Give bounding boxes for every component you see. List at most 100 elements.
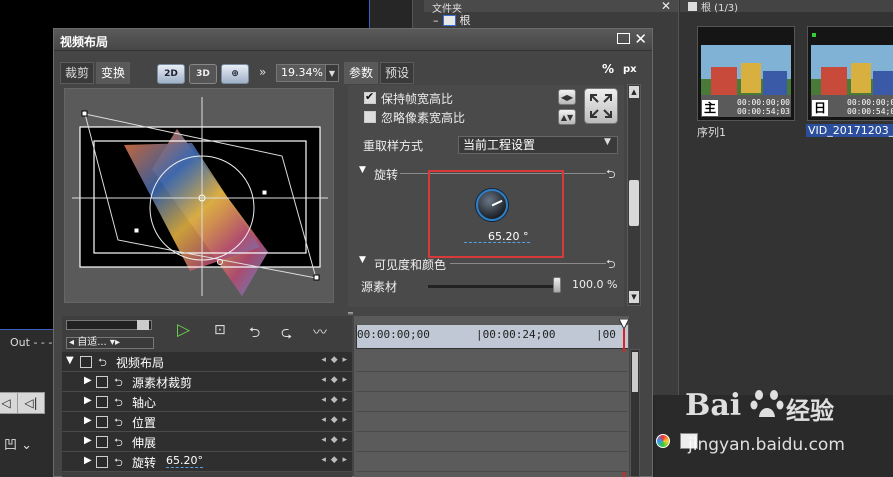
mode-2d-button[interactable]: 2D bbox=[157, 64, 185, 84]
prev-keyframe-icon[interactable]: ⮌ bbox=[249, 322, 260, 346]
grid-toggle-button[interactable]: ⊕ bbox=[221, 64, 249, 84]
track-row-stretch[interactable]: ▶ ⮌ 伸展 ◂ ◆ ▸ bbox=[62, 432, 352, 452]
track-lane[interactable] bbox=[356, 392, 628, 412]
clip-duration: 00:00:54;03 bbox=[737, 107, 790, 116]
track-checkbox[interactable] bbox=[96, 456, 108, 468]
expand-icon[interactable]: ▶ bbox=[84, 375, 92, 386]
keyframe-nav[interactable]: ◂ ◆ ▸ bbox=[321, 355, 348, 365]
insert-icon[interactable]: 凹 ⌄ bbox=[4, 434, 32, 453]
track-name: 源素材裁剪 bbox=[132, 376, 193, 390]
next-keyframe-icon[interactable]: ⮎ bbox=[281, 322, 292, 346]
slider-thumb[interactable] bbox=[553, 277, 561, 293]
folder-tree-root[interactable]: – 根 bbox=[433, 12, 471, 28]
track-lane[interactable] bbox=[356, 412, 628, 432]
bin-clip-sequence[interactable]: 主 00:00:00;00 00:00:54;03 bbox=[697, 26, 795, 121]
expand-icon[interactable]: ▶ bbox=[84, 435, 92, 446]
expand-icon[interactable]: ▶ bbox=[84, 395, 92, 406]
tab-parameters[interactable]: 参数 bbox=[344, 62, 379, 84]
preview-canvas[interactable] bbox=[64, 88, 334, 303]
percent-unit-button[interactable]: % bbox=[602, 62, 614, 76]
rotation-track-value[interactable]: 65.20° bbox=[166, 454, 203, 468]
keyframe-nav[interactable]: ◂ ◆ ▸ bbox=[321, 415, 348, 425]
play-icon[interactable]: ▷ bbox=[177, 320, 190, 340]
track-checkbox[interactable] bbox=[80, 356, 92, 368]
keyframe-nav[interactable]: ◂ ◆ ▸ bbox=[321, 435, 348, 445]
curve-icon[interactable]: 〰 bbox=[313, 322, 327, 342]
scroll-up-icon[interactable]: ▲ bbox=[629, 86, 639, 98]
pixel-unit-button[interactable]: px bbox=[623, 64, 637, 75]
clip-in-timecode: 00:00:00;00 bbox=[847, 98, 893, 107]
scroll-thumb[interactable] bbox=[632, 352, 638, 392]
maximize-icon[interactable] bbox=[617, 33, 630, 44]
params-scrollbar[interactable]: ▲ ▼ bbox=[627, 84, 641, 306]
scroll-thumb[interactable] bbox=[629, 180, 639, 226]
keyframe-nav[interactable]: ◂ ◆ ▸ bbox=[321, 375, 348, 385]
track-checkbox[interactable] bbox=[96, 416, 108, 428]
section-collapse-icon[interactable]: ▼ bbox=[359, 255, 366, 265]
resample-select[interactable]: 当前工程设置 bbox=[458, 136, 618, 154]
section-collapse-icon[interactable]: ▼ bbox=[359, 165, 366, 175]
expand-icon[interactable]: ▼ bbox=[66, 355, 74, 366]
fit-to-frame-button[interactable] bbox=[584, 88, 618, 124]
track-row-pivot[interactable]: ▶ ⮌ 轴心 ◂ ◆ ▸ bbox=[62, 392, 352, 412]
track-lane[interactable] bbox=[356, 452, 628, 472]
section-divider bbox=[450, 263, 606, 264]
track-checkbox[interactable] bbox=[96, 436, 108, 448]
prev-frame-button[interactable]: ◁| bbox=[17, 392, 45, 414]
track-checkbox[interactable] bbox=[96, 396, 108, 408]
reset-icon[interactable]: ⮌ bbox=[606, 255, 616, 276]
track-row-source-crop[interactable]: ▶ ⮌ 源素材裁剪 ◂ ◆ ▸ bbox=[62, 372, 352, 392]
reset-icon[interactable]: ⮌ bbox=[114, 434, 123, 453]
visibility-section-title: 可见度和颜色 bbox=[374, 258, 447, 272]
expand-icon[interactable]: ▶ bbox=[84, 455, 92, 466]
reset-icon[interactable]: ⮌ bbox=[114, 374, 123, 393]
timeline-zoom-slider[interactable] bbox=[66, 320, 152, 330]
scroll-down-icon[interactable]: ▼ bbox=[629, 291, 639, 303]
video-layout-dialog: 视频布局 ✕ 裁剪 变换 2D 3D ⊕ » 19.34% ▼ 参数 预设 % … bbox=[53, 28, 653, 477]
reset-icon[interactable]: ⮌ bbox=[114, 414, 123, 433]
dialog-titlebar[interactable] bbox=[54, 29, 652, 51]
timeline-scale-select[interactable]: ◂ 自适... ▾▸ bbox=[66, 337, 154, 349]
clip-name-selected[interactable]: VID_20171203_1... bbox=[806, 124, 893, 137]
bin-clip-video[interactable]: 日 00:00:00;00 00:00:54;03 bbox=[807, 26, 893, 121]
tab-presets[interactable]: 预设 bbox=[380, 62, 415, 84]
track-row-position[interactable]: ▶ ⮌ 位置 ◂ ◆ ▸ bbox=[62, 412, 352, 432]
track-checkbox[interactable] bbox=[96, 376, 108, 388]
expand-icon[interactable]: ▶ bbox=[84, 415, 92, 426]
tab-transform[interactable]: 变换 bbox=[96, 62, 131, 84]
reset-icon[interactable]: ⮌ bbox=[98, 354, 107, 373]
track-name: 位置 bbox=[132, 416, 157, 430]
collapse-icon[interactable]: – bbox=[433, 14, 439, 27]
keep-aspect-checkbox[interactable] bbox=[364, 90, 376, 104]
track-lane[interactable] bbox=[356, 352, 628, 372]
clip-in-timecode: 00:00:00;00 bbox=[737, 98, 790, 107]
add-keyframe-icon[interactable]: ⊡ bbox=[214, 322, 226, 338]
track-row-rotation[interactable]: ▶ ⮌ 旋转 65.20° ◂ ◆ ▸ bbox=[62, 452, 352, 472]
ignore-pixel-aspect-checkbox[interactable] bbox=[364, 111, 376, 123]
reset-icon[interactable]: ⮌ bbox=[114, 394, 123, 413]
mode-3d-button[interactable]: 3D bbox=[189, 64, 217, 84]
keyframe-nav[interactable]: ◂ ◆ ▸ bbox=[321, 395, 348, 405]
keyframe-nav[interactable]: ◂ ◆ ▸ bbox=[321, 455, 348, 465]
timeline-ruler[interactable]: 00:00:00;00 |00:00:24;00 |00 bbox=[356, 325, 628, 349]
tab-crop[interactable]: 裁剪 bbox=[60, 62, 95, 84]
close-icon[interactable]: ✕ bbox=[634, 30, 647, 48]
reset-icon[interactable]: ⮌ bbox=[606, 165, 616, 186]
track-lane[interactable] bbox=[356, 432, 628, 452]
flip-horizontal-button[interactable]: ◀▶ bbox=[558, 89, 576, 105]
folder-panel-close-icon[interactable]: ✕ bbox=[661, 0, 671, 13]
source-value[interactable]: 100.0 % bbox=[572, 278, 617, 291]
reset-icon[interactable]: ⮌ bbox=[114, 454, 123, 473]
out-label: Out - - - bbox=[10, 336, 53, 349]
track-row-video-layout[interactable]: ▼ ⮌ 视频布局 ◂ ◆ ▸ bbox=[62, 352, 352, 372]
transform-preview[interactable] bbox=[72, 97, 328, 296]
bin-panel-title: 根 (1/3) bbox=[688, 0, 738, 14]
chevron-down-icon[interactable]: ▼ bbox=[604, 137, 611, 147]
source-opacity-slider[interactable] bbox=[428, 285, 560, 288]
track-lane[interactable] bbox=[356, 372, 628, 392]
zoom-dropdown-icon[interactable]: ▼ bbox=[325, 64, 339, 82]
timeline-scrollbar[interactable] bbox=[630, 349, 640, 477]
expand-chevron-icon[interactable]: » bbox=[259, 65, 266, 79]
flip-vertical-button[interactable]: ▲▼ bbox=[558, 109, 576, 125]
bin-icon bbox=[688, 2, 697, 11]
